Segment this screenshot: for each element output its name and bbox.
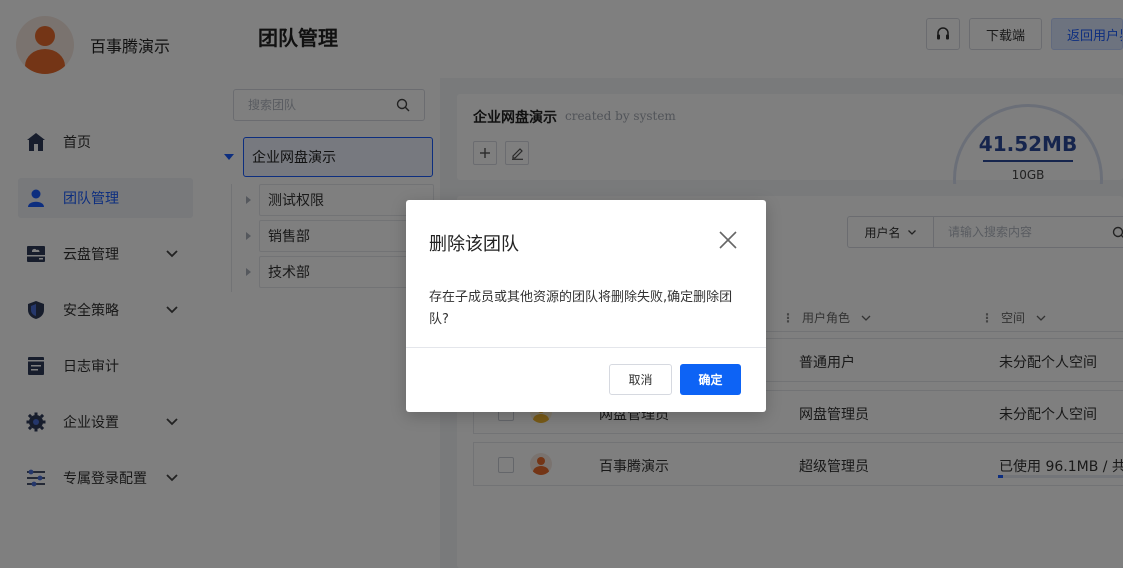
delete-team-dialog: 删除该团队 存在子成员或其他资源的团队将删除失败,确定删除团队? 取消 确定: [406, 200, 766, 412]
dialog-title: 删除该团队: [429, 234, 519, 255]
close-icon[interactable]: [718, 230, 738, 250]
dialog-divider: [406, 347, 766, 348]
cancel-button[interactable]: 取消: [609, 364, 672, 395]
confirm-button[interactable]: 确定: [680, 364, 741, 395]
dialog-message: 存在子成员或其他资源的团队将删除失败,确定删除团队?: [429, 290, 733, 327]
